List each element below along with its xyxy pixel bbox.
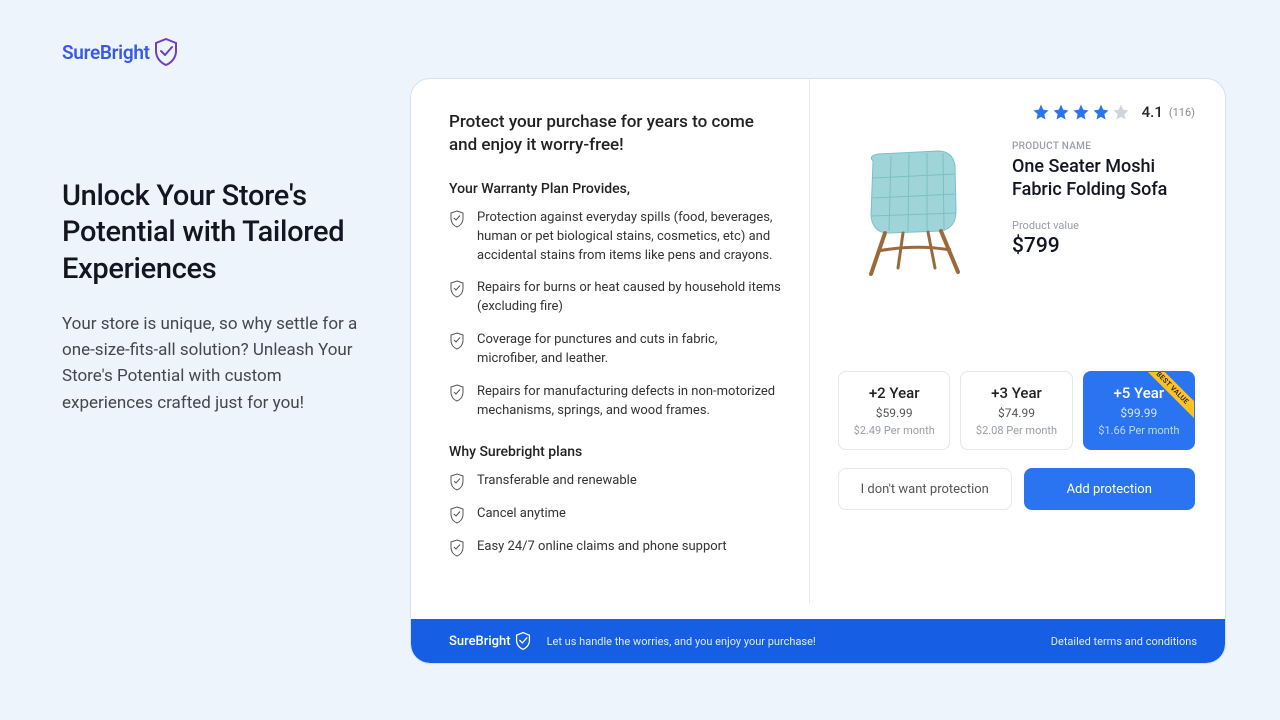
brand-logo-text: SureBright [62, 41, 150, 64]
warranty-widget: Protect your purchase for years to come … [410, 78, 1226, 664]
list-item: Easy 24/7 online claims and phone suppor… [449, 538, 781, 557]
rating-row: 4.1 (116) [838, 103, 1195, 121]
protect-title: Protect your purchase for years to come … [449, 111, 781, 157]
star-icon [1052, 103, 1070, 121]
provides-heading: Your Warranty Plan Provides, [449, 181, 781, 197]
rating-value: 4.1 [1142, 103, 1163, 121]
page-subtext: Your store is unique, so why settle for … [62, 311, 362, 416]
footer-logo: SureBright [449, 632, 531, 650]
why-list: Transferable and renewable Cancel anytim… [449, 472, 781, 557]
chair-icon [843, 136, 993, 286]
star-rating [1032, 103, 1130, 121]
shield-check-icon [449, 473, 465, 491]
shield-icon [154, 38, 178, 66]
product-pane: 4.1 (116) [809, 79, 1225, 603]
page-headline: Unlock Your Store's Potential with Tailo… [62, 178, 362, 287]
brand-logo: SureBright [62, 38, 178, 66]
widget-footer: SureBright Let us handle the worries, an… [411, 619, 1225, 663]
plan-option-2yr[interactable]: +2 Year $59.99 $2.49 Per month [838, 371, 950, 450]
star-icon [1072, 103, 1090, 121]
star-icon [1112, 103, 1130, 121]
list-item: Coverage for punctures and cuts in fabri… [449, 331, 781, 369]
benefit-list: Protection against everyday spills (food… [449, 209, 781, 421]
product-image [838, 131, 998, 291]
star-icon [1092, 103, 1110, 121]
list-item: Transferable and renewable [449, 472, 781, 491]
decline-protection-button[interactable]: I don't want protection [838, 468, 1012, 510]
product-price: $799 [1012, 234, 1195, 258]
plan-option-5yr[interactable]: BEST VALUE +5 Year $99.99 $1.66 Per mont… [1083, 371, 1195, 450]
plan-option-3yr[interactable]: +3 Year $74.99 $2.08 Per month [960, 371, 1072, 450]
rating-count: (116) [1169, 106, 1195, 119]
shield-icon [515, 632, 531, 650]
list-item: Cancel anytime [449, 505, 781, 524]
product-name: One Seater Moshi Fabric Folding Sofa [1012, 156, 1195, 201]
why-heading: Why Surebright plans [449, 444, 781, 460]
plan-options: +2 Year $59.99 $2.49 Per month +3 Year $… [838, 371, 1195, 450]
product-value-label: Product value [1012, 219, 1195, 232]
list-item: Repairs for burns or heat caused by hous… [449, 279, 781, 317]
shield-check-icon [449, 210, 465, 228]
list-item: Repairs for manufacturing defects in non… [449, 383, 781, 421]
shield-check-icon [449, 539, 465, 557]
list-item: Protection against everyday spills (food… [449, 209, 781, 266]
footer-tagline: Let us handle the worries, and you enjoy… [547, 635, 816, 648]
shield-check-icon [449, 384, 465, 402]
star-icon [1032, 103, 1050, 121]
warranty-details-pane: Protect your purchase for years to come … [411, 79, 809, 603]
shield-check-icon [449, 506, 465, 524]
terms-link[interactable]: Detailed terms and conditions [1051, 635, 1197, 648]
product-name-label: PRODUCT NAME [1012, 141, 1195, 152]
add-protection-button[interactable]: Add protection [1024, 468, 1196, 510]
shield-check-icon [449, 332, 465, 350]
shield-check-icon [449, 280, 465, 298]
